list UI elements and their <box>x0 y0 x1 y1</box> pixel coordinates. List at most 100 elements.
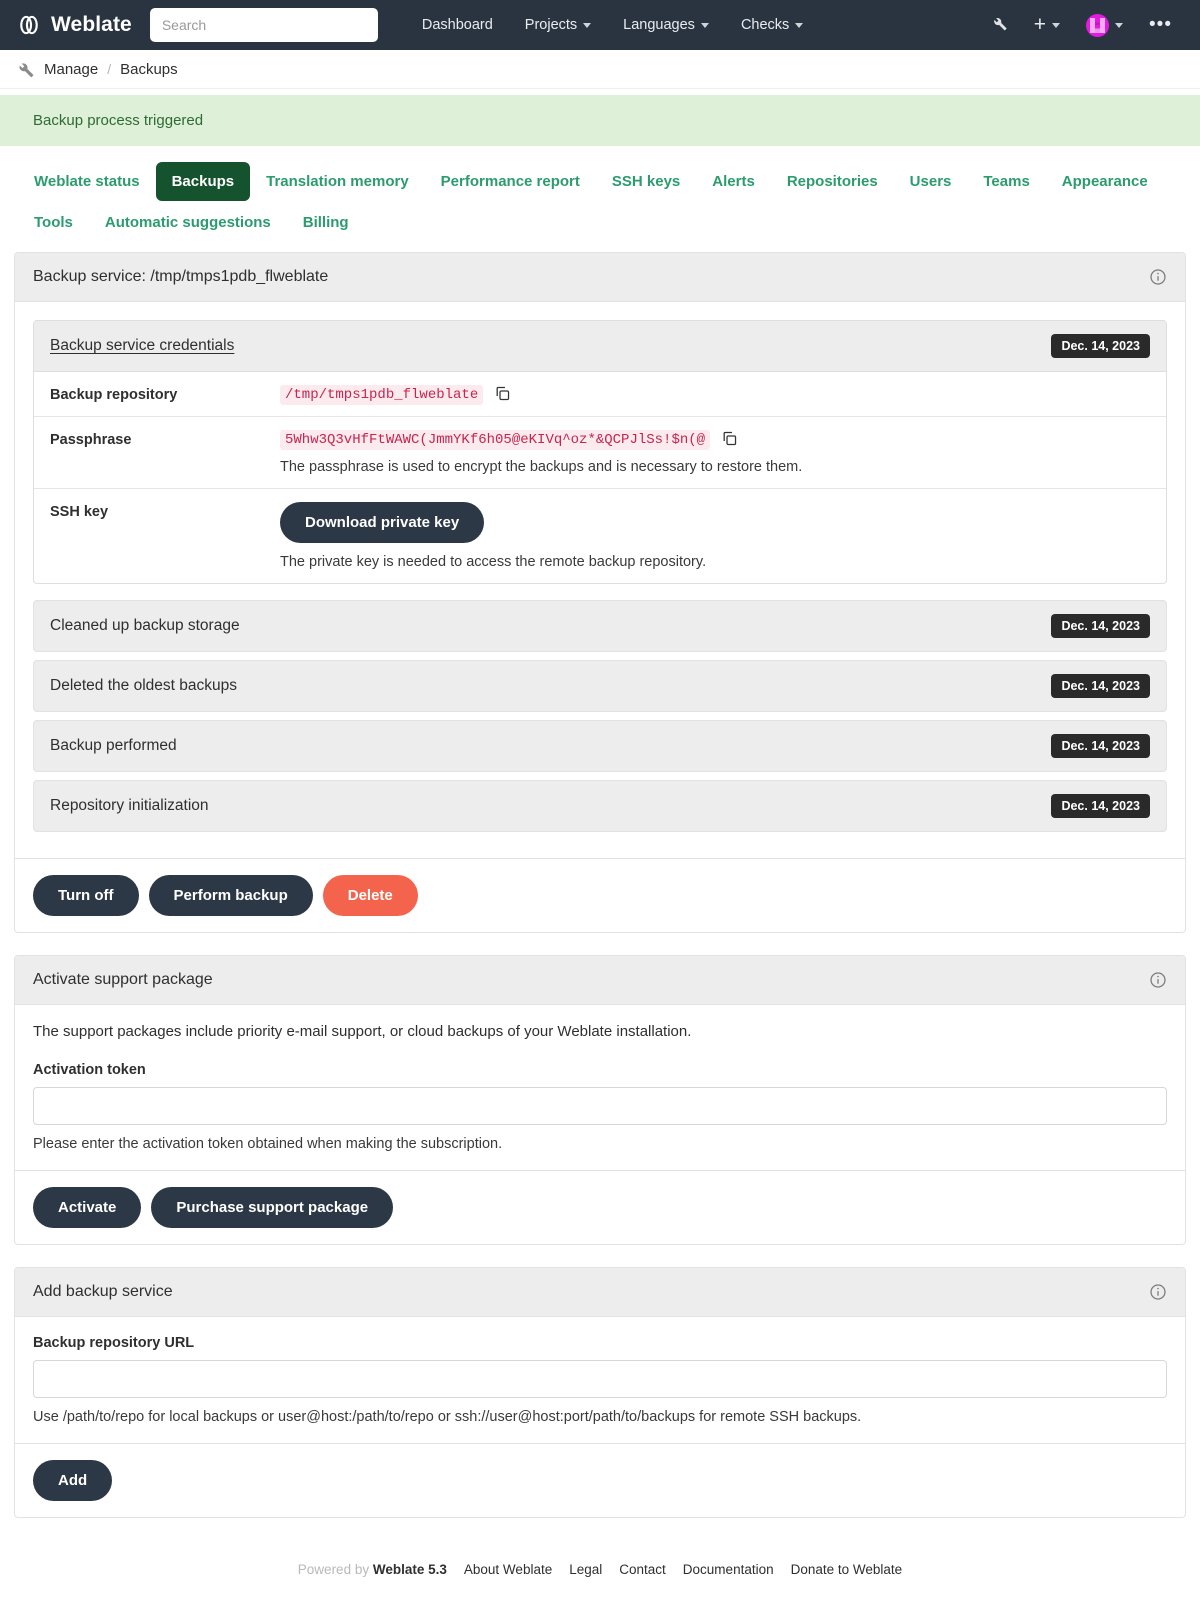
tab-translation-memory[interactable]: Translation memory <box>250 162 425 201</box>
ssh-key-help-text: The private key is needed to access the … <box>280 554 707 570</box>
copy-repository-button[interactable] <box>488 385 511 402</box>
add-button[interactable]: Add <box>33 1460 113 1501</box>
footer-link-contact[interactable]: Contact <box>619 1562 666 1577</box>
nav-item-dashboard[interactable]: Dashboard <box>406 9 509 41</box>
turn-off-button[interactable]: Turn off <box>33 875 139 916</box>
breadcrumb: Manage / Backups <box>0 50 1200 89</box>
backup-repository-value: /tmp/tmps1pdb_flweblate <box>280 385 484 405</box>
credential-row-ssh-key: SSH key Download private key The private… <box>34 489 1166 583</box>
log-label: Repository initialization <box>50 797 209 814</box>
activation-token-input[interactable] <box>33 1087 1167 1125</box>
brand-label: Weblate <box>51 13 132 36</box>
activation-token-field: Activation token Please enter the activa… <box>33 1062 1167 1152</box>
backup-log-list: Cleaned up backup storage Dec. 14, 2023 … <box>33 600 1167 832</box>
tab-billing[interactable]: Billing <box>287 203 365 242</box>
weblate-logo-icon <box>16 12 42 38</box>
nav-item-checks[interactable]: Checks <box>725 9 819 41</box>
credential-row-passphrase: Passphrase 5Whw3Q3vHfFtWAWC(JmmYKf6h05@e… <box>34 417 1166 489</box>
log-date-badge: Dec. 14, 2023 <box>1051 794 1150 818</box>
manage-wrench-button[interactable] <box>979 9 1020 42</box>
tab-teams[interactable]: Teams <box>967 162 1045 201</box>
primary-nav: Dashboard Projects Languages Checks <box>406 9 819 41</box>
panel-title: Add backup service <box>33 1283 173 1300</box>
copy-icon <box>494 385 511 402</box>
tab-backups[interactable]: Backups <box>155 162 251 201</box>
perform-backup-button[interactable]: Perform backup <box>148 875 313 916</box>
copy-passphrase-button[interactable] <box>715 430 738 447</box>
tab-alerts[interactable]: Alerts <box>696 162 771 201</box>
backup-repository-url-input[interactable] <box>33 1360 1167 1398</box>
site-footer: Powered by Weblate 5.3 About Weblate Leg… <box>0 1540 1200 1607</box>
footer-link-about[interactable]: About Weblate <box>464 1562 552 1577</box>
top-navbar: Weblate Dashboard Projects Languages Che… <box>0 0 1200 50</box>
passphrase-help-text: The passphrase is used to encrypt the ba… <box>280 459 803 475</box>
backup-service-header: Backup service: /tmp/tmps1pdb_flweblate <box>15 253 1185 302</box>
ellipsis-icon: ••• <box>1149 14 1172 35</box>
panel-title: Backup service: /tmp/tmps1pdb_flweblate <box>33 268 329 285</box>
download-private-key-button[interactable]: Download private key <box>280 502 485 543</box>
tab-appearance[interactable]: Appearance <box>1046 162 1164 201</box>
powered-by-version: Weblate 5.3 <box>372 1562 447 1577</box>
powered-by-prefix: Powered by <box>297 1562 370 1577</box>
credential-label: SSH key <box>50 504 109 520</box>
credential-row-repository: Backup repository /tmp/tmps1pdb_flweblat… <box>34 372 1166 417</box>
backup-repository-url-label: Backup repository URL <box>33 1335 195 1351</box>
add-backup-service-panel: Add backup service Backup repository URL… <box>14 1267 1186 1518</box>
user-menu-button[interactable] <box>1074 8 1135 43</box>
nav-label: Checks <box>740 17 790 33</box>
plus-icon: + <box>1033 13 1047 36</box>
add-backup-service-actions: Add <box>15 1443 1185 1517</box>
breadcrumb-item-manage[interactable]: Manage <box>44 61 98 78</box>
nav-label: Languages <box>623 17 695 33</box>
navbar-actions: + ••• <box>979 8 1184 43</box>
breadcrumb-item-backups[interactable]: Backups <box>120 61 178 78</box>
nav-item-projects[interactable]: Projects <box>509 9 607 41</box>
tab-weblate-status[interactable]: Weblate status <box>18 162 156 201</box>
tab-performance-report[interactable]: Performance report <box>425 162 596 201</box>
info-icon[interactable] <box>1149 971 1167 989</box>
tab-repositories[interactable]: Repositories <box>771 162 894 201</box>
wrench-icon <box>991 15 1008 36</box>
log-row: Repository initialization Dec. 14, 2023 <box>33 780 1167 832</box>
tab-tools[interactable]: Tools <box>18 203 89 242</box>
activate-button[interactable]: Activate <box>33 1187 142 1228</box>
log-label: Backup performed <box>50 737 177 754</box>
support-package-body: The support packages include priority e-… <box>15 1005 1185 1170</box>
status-badge: Dec. 14, 2023 <box>1051 334 1150 358</box>
tab-users[interactable]: Users <box>894 162 968 201</box>
backup-service-actions: Turn off Perform backup Delete <box>15 858 1185 932</box>
tab-ssh-keys[interactable]: SSH keys <box>596 162 696 201</box>
backup-service-body: Backup service credentials Dec. 14, 2023… <box>15 302 1185 858</box>
chevron-down-icon <box>795 22 804 28</box>
wrench-icon <box>16 60 35 79</box>
add-backup-service-body: Backup repository URL Use /path/to/repo … <box>15 1317 1185 1443</box>
nav-item-languages[interactable]: Languages <box>607 9 725 41</box>
tab-automatic-suggestions[interactable]: Automatic suggestions <box>89 203 287 242</box>
credential-label: Backup repository <box>50 387 178 403</box>
support-package-header: Activate support package <box>15 956 1185 1005</box>
backup-service-panel: Backup service: /tmp/tmps1pdb_flweblate … <box>14 252 1186 933</box>
support-package-actions: Activate Purchase support package <box>15 1170 1185 1244</box>
footer-link-donate[interactable]: Donate to Weblate <box>791 1562 903 1577</box>
brand-home-link[interactable]: Weblate <box>16 12 132 38</box>
info-icon[interactable] <box>1149 268 1167 286</box>
search-input[interactable] <box>149 8 378 42</box>
delete-button[interactable]: Delete <box>322 875 418 916</box>
log-date-badge: Dec. 14, 2023 <box>1051 734 1150 758</box>
footer-link-documentation[interactable]: Documentation <box>683 1562 774 1577</box>
add-new-button[interactable]: + <box>1022 12 1072 38</box>
chevron-down-icon <box>583 22 592 28</box>
purchase-support-package-button[interactable]: Purchase support package <box>151 1187 394 1228</box>
footer-link-legal[interactable]: Legal <box>569 1562 602 1577</box>
chevron-down-icon <box>1115 22 1124 28</box>
log-row: Cleaned up backup storage Dec. 14, 2023 <box>33 600 1167 652</box>
credential-value-wrapper: /tmp/tmps1pdb_flweblate <box>280 385 1158 405</box>
user-avatar-icon <box>1086 13 1110 37</box>
nav-label: Projects <box>524 17 578 33</box>
credential-value-wrapper: 5Whw3Q3vHfFtWAWC(JmmYKf6h05@eKIVq^oz*&QC… <box>280 430 1158 475</box>
info-icon[interactable] <box>1149 1283 1167 1301</box>
more-menu-button[interactable]: ••• <box>1137 13 1184 37</box>
powered-by-text: Powered by Weblate 5.3 <box>298 1562 447 1577</box>
ssh-key-value-wrapper: Download private key The private key is … <box>280 502 1158 570</box>
breadcrumb-separator: / <box>107 61 112 77</box>
